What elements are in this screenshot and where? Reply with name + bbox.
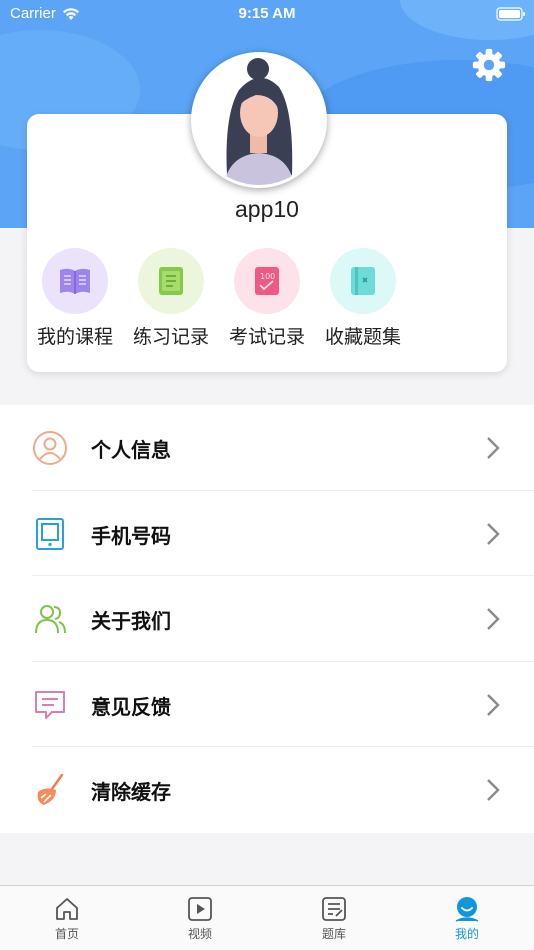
tab-label: 我的: [454, 927, 479, 941]
menu-item-personal-info[interactable]: 个人信息: [0, 405, 534, 491]
profile-icon: [455, 897, 479, 922]
practice-notebook-icon: [159, 267, 183, 295]
menu-item-label: 手机号码: [91, 523, 171, 548]
tab-question-bank[interactable]: 题库: [304, 896, 364, 942]
quick-action-label: 收藏题集: [324, 326, 401, 348]
settings-gear-icon[interactable]: [470, 46, 508, 84]
menu-item-clear-cache[interactable]: 清除缓存: [0, 747, 534, 833]
quick-action-exam-records[interactable]: 100 考试记录: [222, 248, 312, 349]
quick-action-label: 练习记录: [132, 326, 209, 348]
status-bar: Carrier 9:15 AM: [0, 0, 534, 30]
user-icon: [33, 431, 67, 465]
quick-action-label: 考试记录: [228, 326, 305, 348]
svg-text:100: 100: [260, 272, 275, 281]
chevron-right-icon: [487, 693, 500, 716]
quick-action-saved-questions[interactable]: 收藏题集: [318, 248, 408, 349]
clock: 9:15 AM: [238, 5, 296, 22]
menu-item-label: 关于我们: [91, 609, 171, 634]
tab-mine[interactable]: 我的: [437, 896, 497, 942]
tab-label: 视频: [187, 927, 212, 941]
avatar-illustration: [194, 55, 324, 185]
battery-icon: [496, 7, 525, 21]
phone-icon: [36, 517, 64, 550]
exam-score-icon: 100: [255, 267, 279, 295]
quick-action-practice-records[interactable]: 练习记录: [126, 248, 216, 349]
menu-item-label: 清除缓存: [91, 780, 171, 805]
menu-item-feedback[interactable]: 意见反馈: [0, 662, 534, 748]
settings-menu: 个人信息 手机号码 关于我们 意见反馈 清除缓存: [0, 405, 534, 833]
quick-action-icon-bg: [138, 248, 204, 314]
chevron-right-icon: [487, 522, 500, 545]
book-icon: [60, 268, 90, 294]
bottom-tab-bar: 首页 视频 题库 我的: [0, 885, 534, 950]
quick-action-my-courses[interactable]: 我的课程: [30, 248, 120, 349]
chevron-right-icon: [487, 437, 500, 459]
home-icon: [56, 898, 78, 920]
menu-item-phone-number[interactable]: 手机号码: [0, 491, 534, 577]
group-icon: [35, 605, 66, 634]
tab-home[interactable]: 首页: [37, 896, 97, 942]
chevron-right-icon: [487, 779, 500, 802]
quick-action-icon-bg: [330, 248, 396, 314]
chevron-right-icon: [487, 608, 500, 631]
menu-item-label: 个人信息: [91, 438, 171, 462]
quick-action-label: 我的课程: [36, 326, 113, 348]
tab-label: 题库: [321, 927, 346, 941]
quick-action-icon-bg: 100: [234, 248, 300, 314]
menu-item-label: 意见反馈: [91, 694, 171, 719]
question-bank-icon: [322, 897, 346, 921]
username: app10: [235, 196, 299, 222]
bookmark-collection-icon: [351, 267, 375, 295]
feedback-icon: [35, 690, 65, 719]
tab-label: 首页: [54, 927, 79, 941]
video-icon: [188, 897, 212, 921]
tab-video[interactable]: 视频: [170, 896, 230, 942]
broom-icon: [37, 774, 64, 806]
avatar[interactable]: [191, 52, 327, 188]
quick-action-icon-bg: [42, 248, 108, 314]
menu-item-about-us[interactable]: 关于我们: [0, 576, 534, 662]
